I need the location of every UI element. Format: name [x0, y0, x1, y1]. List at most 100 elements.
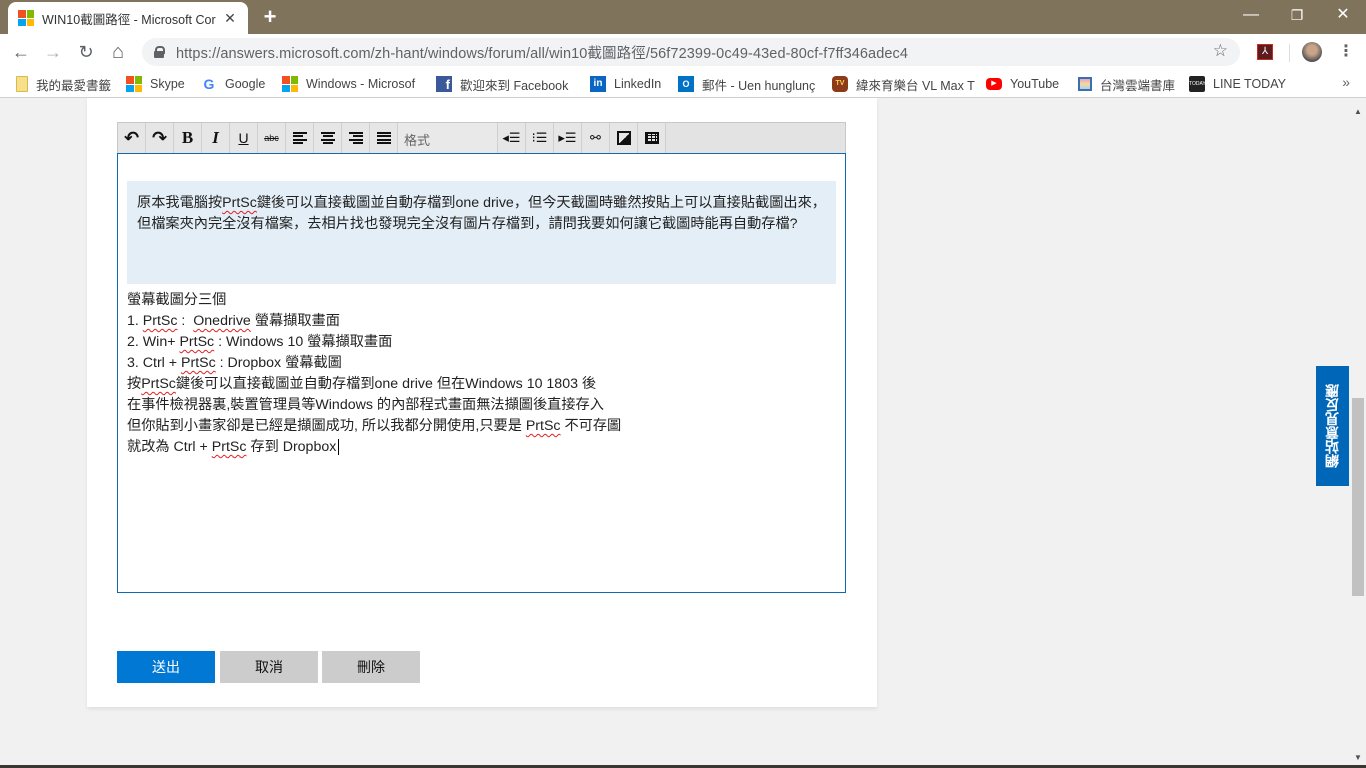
tv-icon: TV [832, 76, 848, 92]
back-button[interactable]: ← [9, 40, 33, 64]
bookmark-star-icon[interactable]: ☆ [1213, 41, 1228, 61]
bookmark-label: LINE TODAY [1213, 77, 1286, 91]
undo-button[interactable]: ↶ [118, 123, 146, 153]
underline-button[interactable]: U [230, 123, 258, 153]
bookmark-item[interactable]: f 歡迎來到 Facebook [436, 75, 568, 93]
line-today-icon: TODAY [1189, 76, 1206, 92]
justify-icon [376, 132, 391, 144]
folder-icon [16, 76, 28, 92]
italic-button[interactable]: I [202, 123, 230, 153]
bookmark-item[interactable]: TV 緯來育樂台 VL Max T [832, 75, 975, 93]
body-line: 按PrtSc鍵後可以直接截圖並自動存檔到one drive 但在Windows … [127, 376, 597, 392]
reply-editor[interactable]: 原本我電腦按PrtSc鍵後可以直接截圖並自動存檔到one drive，但今天截圖… [117, 153, 846, 593]
google-icon: G [203, 76, 215, 92]
restore-button[interactable]: ❐ [1274, 0, 1320, 30]
indent-icon: ▸☰ [558, 130, 577, 145]
format-dropdown[interactable]: 格式 [398, 123, 498, 153]
bookmark-label: Skype [150, 77, 185, 91]
spellcheck-word: PrtSc [142, 313, 178, 329]
site-feedback-tab[interactable]: 網站意見反應 [1316, 366, 1349, 486]
bookmark-item[interactable]: in LinkedIn [590, 75, 661, 93]
bookmark-label: 郵件 - Uen hunglunç [702, 78, 816, 93]
spellcheck-word: Onedrive [193, 313, 251, 329]
acrobat-extension-icon[interactable]: ⅄ [1257, 44, 1273, 60]
close-window-button[interactable]: ✕ [1320, 0, 1366, 30]
bookmark-label: 我的最愛書籤 [36, 78, 112, 93]
close-icon[interactable]: ✕ [222, 10, 238, 27]
indent-button[interactable]: ▸☰ [554, 123, 582, 153]
bookmark-item[interactable]: ▶ YouTube [986, 75, 1059, 93]
spellcheck-word: PrtSc [211, 439, 247, 455]
lock-icon [154, 46, 165, 58]
insert-image-button[interactable] [610, 123, 638, 153]
toolbar-divider [1289, 44, 1290, 62]
microsoft-logo-icon [18, 10, 34, 26]
minimize-button[interactable]: — [1228, 0, 1274, 30]
new-tab-button[interactable]: + [258, 5, 282, 29]
bookmark-label: Windows - Microsof [306, 77, 416, 91]
align-right-button[interactable] [342, 123, 370, 153]
numbered-list-icon: ⁝☰ [531, 130, 548, 145]
spellcheck-word: PrtSc [525, 418, 561, 434]
bookmark-item[interactable]: G Google [201, 75, 266, 93]
microsoft-logo-icon [126, 76, 142, 92]
bookmark-item[interactable]: 我的最愛書籤 [16, 75, 111, 93]
bookmark-label: LinkedIn [614, 77, 662, 91]
ebook-library-icon [1078, 77, 1092, 91]
url-text[interactable]: https://answers.microsoft.com/zh-hant/wi… [176, 42, 908, 63]
bookmark-label: 緯來育樂台 VL Max T [856, 78, 975, 93]
quoted-question: 原本我電腦按PrtSc鍵後可以直接截圖並自動存檔到one drive，但今天截圖… [127, 181, 836, 284]
bookmark-item[interactable]: TODAY LINE TODAY [1189, 75, 1286, 93]
bold-button[interactable]: B [174, 123, 202, 153]
outdent-button[interactable]: ◂☰ [498, 123, 526, 153]
editor-body[interactable]: 螢幕截圖分三個 1. PrtSc : Onedrive 螢幕擷取畫面 2. Wi… [127, 290, 836, 458]
redo-button[interactable]: ↷ [146, 123, 174, 153]
spellcheck-word: PrtSc [222, 195, 257, 211]
bookmark-label: Google [225, 77, 266, 91]
link-button[interactable]: ⚯ [582, 123, 610, 153]
bookmark-item[interactable]: O 郵件 - Uen hunglunç [678, 75, 815, 93]
body-line: 在事件檢視器裏,裝置管理員等Windows 的內部程式畫面無法擷圖後直接存入 [127, 397, 604, 413]
delete-button[interactable]: 刪除 [322, 651, 420, 683]
body-line: 但你貼到小畫家卻是已經是擷圖成功, 所以我都分開使用,只要是 PrtSc 不可存… [127, 418, 622, 434]
align-center-button[interactable] [314, 123, 342, 153]
bookmarks-bar: 我的最愛書籤 Skype G Google Windows - Microsof… [0, 70, 1366, 98]
body-line: 1. PrtSc : Onedrive 螢幕擷取畫面 [127, 313, 340, 329]
scroll-down-arrow-icon[interactable]: ▼ [1350, 750, 1366, 766]
numbered-list-button[interactable]: ⁝☰ [526, 123, 554, 153]
submit-button[interactable]: 送出 [117, 651, 215, 683]
scrollbar-thumb[interactable] [1352, 398, 1364, 596]
spellcheck-word: PrtSc [141, 376, 176, 392]
page-scrollbar[interactable]: ▲ ▼ [1350, 98, 1366, 768]
align-right-icon [348, 132, 363, 144]
image-icon [616, 131, 631, 145]
bookmark-item[interactable]: 台灣雲端書庫 [1078, 75, 1175, 93]
spellcheck-word: PrtSc [181, 355, 216, 371]
align-left-button[interactable] [286, 123, 314, 153]
bookmarks-overflow-button[interactable]: » [1342, 74, 1350, 90]
editor-toolbar: ↶ ↷ B I U abc 格式 ◂☰ ⁝☰ ▸☰ ⚯ [117, 122, 846, 153]
bookmark-item[interactable]: Windows - Microsof [282, 75, 415, 93]
cancel-button[interactable]: 取消 [220, 651, 318, 683]
table-icon [644, 132, 659, 144]
text-caret [338, 439, 340, 456]
strikethrough-button[interactable]: abc [258, 123, 286, 153]
scroll-up-arrow-icon[interactable]: ▲ [1350, 104, 1366, 120]
forward-button[interactable]: → [41, 40, 65, 64]
toolbar-spacer [666, 123, 845, 153]
body-line: 就改為 Ctrl + PrtSc 存到 Dropbox [127, 439, 337, 455]
insert-table-button[interactable] [638, 123, 666, 153]
browser-tab[interactable]: WIN10截圖路徑 - Microsoft Cor ✕ [8, 2, 248, 34]
tab-title: WIN10截圖路徑 - Microsoft Cor [42, 12, 216, 27]
bookmark-item[interactable]: Skype [126, 75, 185, 93]
reply-card: ↶ ↷ B I U abc 格式 ◂☰ ⁝☰ ▸☰ ⚯ 原本我電腦按PrtSc鍵… [87, 98, 877, 707]
body-line: 3. Ctrl + PrtSc : Dropbox 螢幕截圖 [127, 355, 342, 371]
home-button[interactable]: ⌂ [106, 40, 130, 64]
justify-button[interactable] [370, 123, 398, 153]
youtube-icon: ▶ [986, 78, 1002, 90]
profile-avatar[interactable] [1302, 42, 1322, 62]
reload-button[interactable]: ↻ [74, 40, 98, 64]
browser-menu-icon[interactable]: ⋮ [1338, 42, 1354, 62]
bookmark-label: YouTube [1010, 77, 1060, 91]
address-bar[interactable]: https://answers.microsoft.com/zh-hant/wi… [142, 38, 1240, 66]
